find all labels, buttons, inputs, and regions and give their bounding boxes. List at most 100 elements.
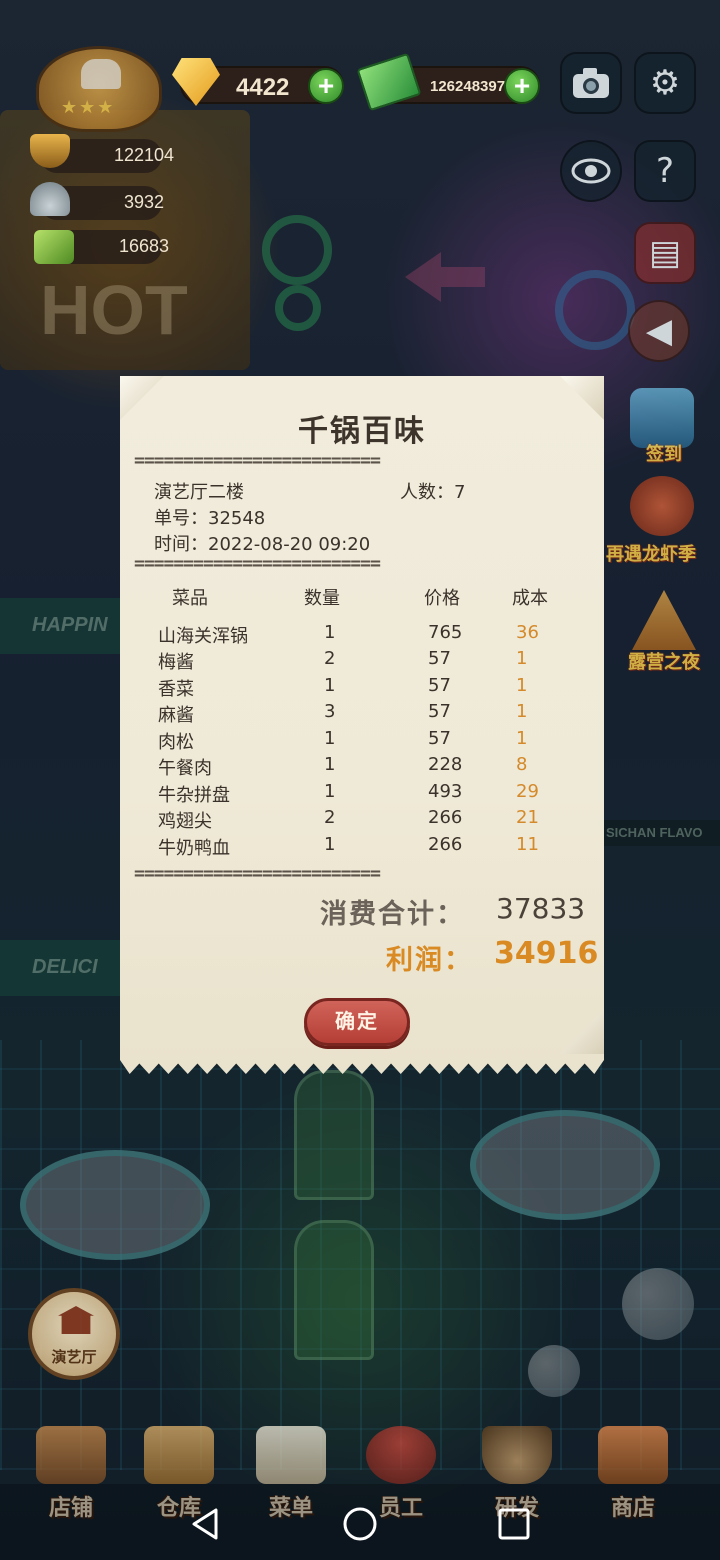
neon-ring-decoration <box>275 285 321 331</box>
staff-icon <box>366 1426 436 1484</box>
dish-cost: 1 <box>516 701 528 722</box>
restaurant-rank-badge[interactable]: ★★★ <box>36 46 162 132</box>
dish-qty: 3 <box>324 701 336 722</box>
lamp-sphere-decoration <box>622 1268 694 1340</box>
dish-price: 57 <box>428 701 451 722</box>
sichuan-flavor-sign: SICHAN FLAVO <box>600 820 720 846</box>
lamp-sphere-decoration <box>528 1345 580 1397</box>
dish-price: 266 <box>428 834 463 855</box>
log-book-button[interactable]: ▤ <box>634 222 696 284</box>
dish-cost: 1 <box>516 648 528 669</box>
plant-jar-decoration <box>294 1070 374 1200</box>
column-header-qty: 数量 <box>304 588 340 609</box>
dish-qty: 2 <box>324 807 336 828</box>
order-number: 单号：32548 <box>154 508 266 529</box>
neon-ring-decoration <box>262 215 332 285</box>
column-header-cost: 成本 <box>512 588 548 609</box>
dish-cost: 36 <box>516 622 539 643</box>
receipt-divider: ========================= <box>134 456 381 468</box>
dish-price: 765 <box>428 622 463 643</box>
dish-cost: 21 <box>516 807 539 828</box>
table-row: 午餐肉 1 228 8 <box>120 754 604 780</box>
total-label: 消费合计： <box>320 899 465 930</box>
help-book-button[interactable]: ? <box>634 140 696 202</box>
recent-apps-icon[interactable] <box>494 1504 534 1544</box>
lobster-event-label[interactable]: 再遇龙虾季 <box>606 540 696 566</box>
rank-stars-icon: ★★★ <box>61 97 116 118</box>
dish-name: 牛杂拼盘 <box>158 785 230 806</box>
receipt-divider: ========================= <box>134 559 381 571</box>
column-header-dish: 菜品 <box>172 588 208 609</box>
home-icon[interactable] <box>340 1504 380 1544</box>
camping-event-label[interactable]: 露营之夜 <box>628 648 700 674</box>
dish-price: 57 <box>428 648 451 669</box>
recipe-book-icon <box>34 230 74 264</box>
back-icon[interactable] <box>186 1504 226 1544</box>
camera-icon <box>573 68 609 98</box>
table-row: 梅酱 2 57 1 <box>120 648 604 674</box>
dish-price: 57 <box>428 728 451 749</box>
lobster-icon[interactable] <box>630 476 694 536</box>
receipt-divider: ========================= <box>134 869 381 881</box>
table-row: 香菜 1 57 1 <box>120 675 604 701</box>
settings-button[interactable]: ⚙ <box>634 52 696 114</box>
cash-amount: 126248397 <box>430 78 506 95</box>
dish-name: 麻酱 <box>158 705 194 726</box>
confirm-button[interactable]: 确定 <box>304 998 410 1046</box>
gear-icon: ⚙ <box>649 63 681 103</box>
table-row: 牛奶鸭血 1 266 11 <box>120 834 604 860</box>
dish-cost: 8 <box>516 754 528 775</box>
dish-qty: 1 <box>324 834 336 855</box>
add-cash-button[interactable]: + <box>504 68 540 104</box>
dish-qty: 1 <box>324 675 336 696</box>
eye-icon <box>571 158 611 184</box>
camera-button[interactable] <box>560 52 622 114</box>
dish-name: 梅酱 <box>158 652 194 673</box>
dish-cost: 11 <box>516 834 539 855</box>
neon-ring-decoration <box>555 270 635 350</box>
performance-hall-button[interactable]: 演艺厅 <box>28 1288 120 1380</box>
chef-hat-icon <box>81 59 121 89</box>
dish-price: 266 <box>428 807 463 828</box>
dining-table[interactable] <box>470 1110 660 1220</box>
dish-name: 午餐肉 <box>158 758 212 779</box>
profit-label: 利润： <box>386 945 473 976</box>
sign-in-icon[interactable] <box>630 388 694 448</box>
dish-cost: 29 <box>516 781 539 802</box>
dish-name: 鸡翅尖 <box>158 811 212 832</box>
paper-curl-decoration <box>560 1010 604 1054</box>
pot-icon <box>482 1426 552 1484</box>
dish-qty: 2 <box>324 648 336 669</box>
dish-name: 山海关浑锅 <box>158 626 248 647</box>
total-value: 37833 <box>496 892 586 925</box>
hall-name: 演艺厅二楼 <box>154 482 244 503</box>
view-toggle-button[interactable] <box>560 140 622 202</box>
shop-icon <box>598 1426 668 1484</box>
dish-cost: 1 <box>516 675 528 696</box>
gem-amount: 4422 <box>236 74 290 101</box>
hotpot-stat-value: 122104 <box>113 145 175 165</box>
delicious-sign: DELICI <box>0 940 120 996</box>
dish-price: 493 <box>428 781 463 802</box>
performance-hall-label: 演艺厅 <box>51 1348 97 1366</box>
table-row: 鸡翅尖 2 266 21 <box>120 807 604 833</box>
add-gems-button[interactable]: + <box>308 68 344 104</box>
profit-value: 34916 <box>494 936 599 971</box>
announcement-button[interactable]: ◀ <box>628 300 690 362</box>
receipt-title: 千锅百味 <box>298 414 426 449</box>
hall-building-icon <box>58 1306 94 1334</box>
neon-arrow-decoration <box>405 252 485 302</box>
dish-name: 牛奶鸭血 <box>158 838 230 859</box>
book-icon: ▤ <box>648 233 682 273</box>
people-count: 人数：7 <box>400 482 466 503</box>
bill-receipt-dialog: 千锅百味 ========================= 演艺厅二楼 人数：… <box>120 376 604 1074</box>
clipboard-icon <box>256 1426 326 1484</box>
order-time: 时间：2022-08-20 09:20 <box>154 534 371 555</box>
dish-price: 228 <box>428 754 463 775</box>
recipes-stat-value: 16683 <box>118 236 170 256</box>
dining-table[interactable] <box>20 1150 210 1260</box>
dishes-stat-value: 3932 <box>123 192 165 212</box>
megaphone-icon: ◀ <box>645 311 673 351</box>
storefront-icon <box>36 1426 106 1484</box>
sign-in-label[interactable]: 签到 <box>646 440 682 466</box>
